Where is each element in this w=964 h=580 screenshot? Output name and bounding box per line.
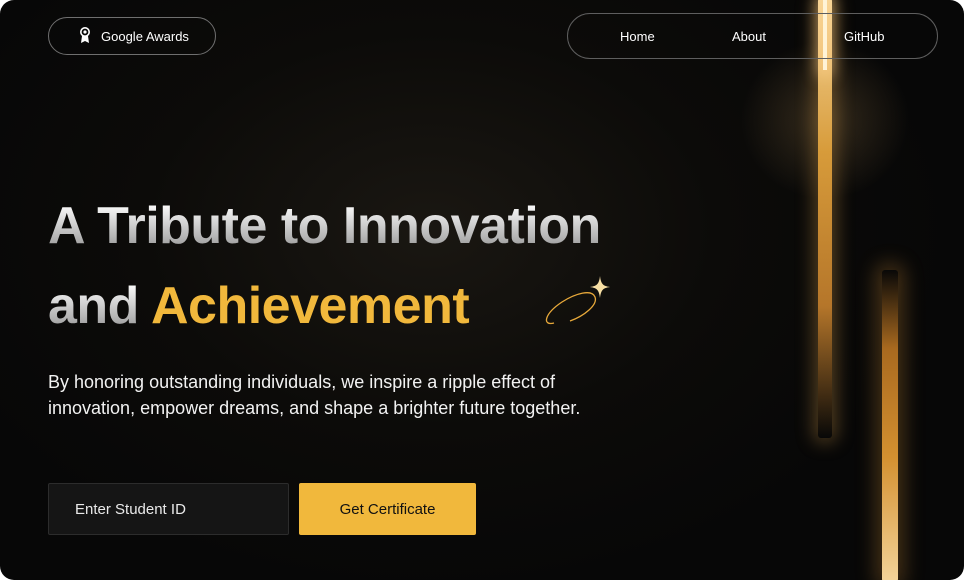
landing-page: Google Awards Home About GitHub A Tribut…	[0, 0, 964, 580]
brand-label: Google Awards	[101, 28, 189, 44]
nav-home-link[interactable]: Home	[620, 29, 655, 44]
light-beam-right	[882, 270, 898, 580]
hero-title-prefix: and	[48, 277, 139, 335]
hero-title-line-1: A Tribute to Innovation	[48, 196, 601, 256]
main-navigation: Home About GitHub	[567, 13, 938, 59]
get-certificate-button[interactable]: Get Certificate	[299, 483, 476, 535]
hero-title-accent: Achievement	[150, 277, 470, 335]
nav-github-link[interactable]: GitHub	[844, 29, 884, 44]
nav-about-link[interactable]: About	[732, 29, 766, 44]
sparkle-orbit-icon	[545, 276, 610, 325]
hero-title-line-2: and Achievement	[48, 276, 470, 336]
student-id-input[interactable]	[48, 483, 289, 535]
brand-logo-link[interactable]: Google Awards	[48, 17, 216, 55]
hero-subtitle: By honoring outstanding individuals, we …	[48, 372, 581, 418]
hero-title-text: A Tribute to Innovation	[48, 197, 601, 255]
award-trophy-icon	[79, 27, 91, 45]
